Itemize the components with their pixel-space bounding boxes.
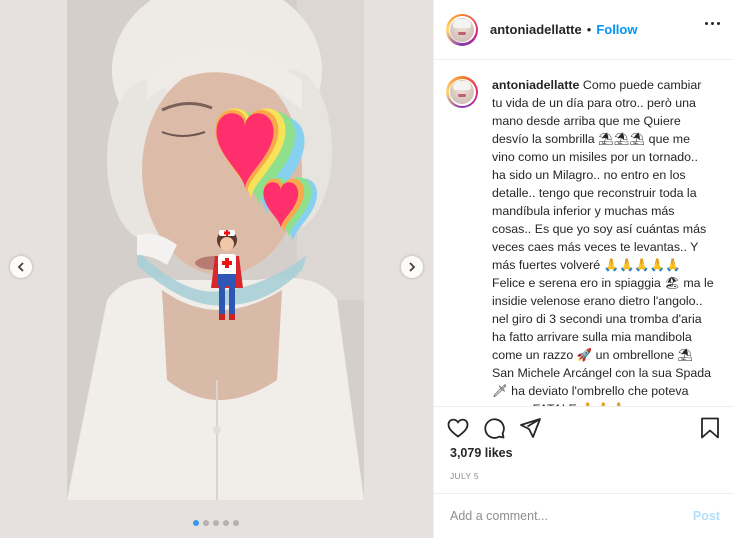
follow-button[interactable]: Follow <box>596 22 637 37</box>
chevron-left-icon <box>17 262 24 272</box>
more-dot <box>717 22 720 25</box>
separator-dot: • <box>586 22 592 37</box>
caption-scroll-area[interactable]: antoniadellatte Como puede cambiar tu vi… <box>434 60 734 407</box>
avatar[interactable] <box>446 13 478 46</box>
bookmark-icon[interactable] <box>698 416 722 440</box>
carousel-dot[interactable] <box>203 520 209 526</box>
carousel-dot[interactable] <box>193 520 199 526</box>
carousel-prev-button[interactable] <box>10 256 32 278</box>
carousel-dot[interactable] <box>223 520 229 526</box>
post-side-panel: antoniadellatte • Follow antoniadellatte… <box>433 0 734 538</box>
avatar-ring <box>448 16 476 43</box>
post-photo <box>67 0 364 500</box>
comment-input[interactable] <box>448 508 693 524</box>
like-count[interactable]: 3,079 likes <box>450 446 513 460</box>
post-header: antoniadellatte • Follow <box>434 0 734 60</box>
carousel-dots <box>193 520 239 526</box>
post-date[interactable]: JULY 5 <box>450 471 479 481</box>
comment-bubble-icon[interactable] <box>482 416 506 440</box>
avatar-ring <box>448 78 476 106</box>
header-username[interactable]: antoniadellatte <box>490 22 582 37</box>
more-dot <box>711 22 714 25</box>
more-dot <box>705 22 708 25</box>
carousel-dot[interactable] <box>233 520 239 526</box>
action-bar <box>446 412 722 444</box>
avatar[interactable] <box>446 76 478 108</box>
heart-icon[interactable] <box>446 416 470 440</box>
chevron-right-icon <box>409 262 416 272</box>
post-media <box>0 0 433 538</box>
profile-picture <box>450 80 474 104</box>
post-button[interactable]: Post <box>693 509 720 523</box>
photo-illustration <box>67 0 364 500</box>
profile-picture <box>450 17 474 42</box>
more-options-icon[interactable] <box>705 22 720 25</box>
carousel-dot[interactable] <box>213 520 219 526</box>
caption-text: antoniadellatte Como puede cambiar tu vi… <box>492 76 714 406</box>
paper-plane-icon[interactable] <box>518 416 542 440</box>
carousel-next-button[interactable] <box>401 256 423 278</box>
caption-username[interactable]: antoniadellatte <box>492 78 579 92</box>
caption-body: Como puede cambiar tu vida de un día par… <box>492 78 714 406</box>
comment-bar: Post <box>434 493 734 538</box>
caption-row: antoniadellatte Como puede cambiar tu vi… <box>446 76 722 406</box>
